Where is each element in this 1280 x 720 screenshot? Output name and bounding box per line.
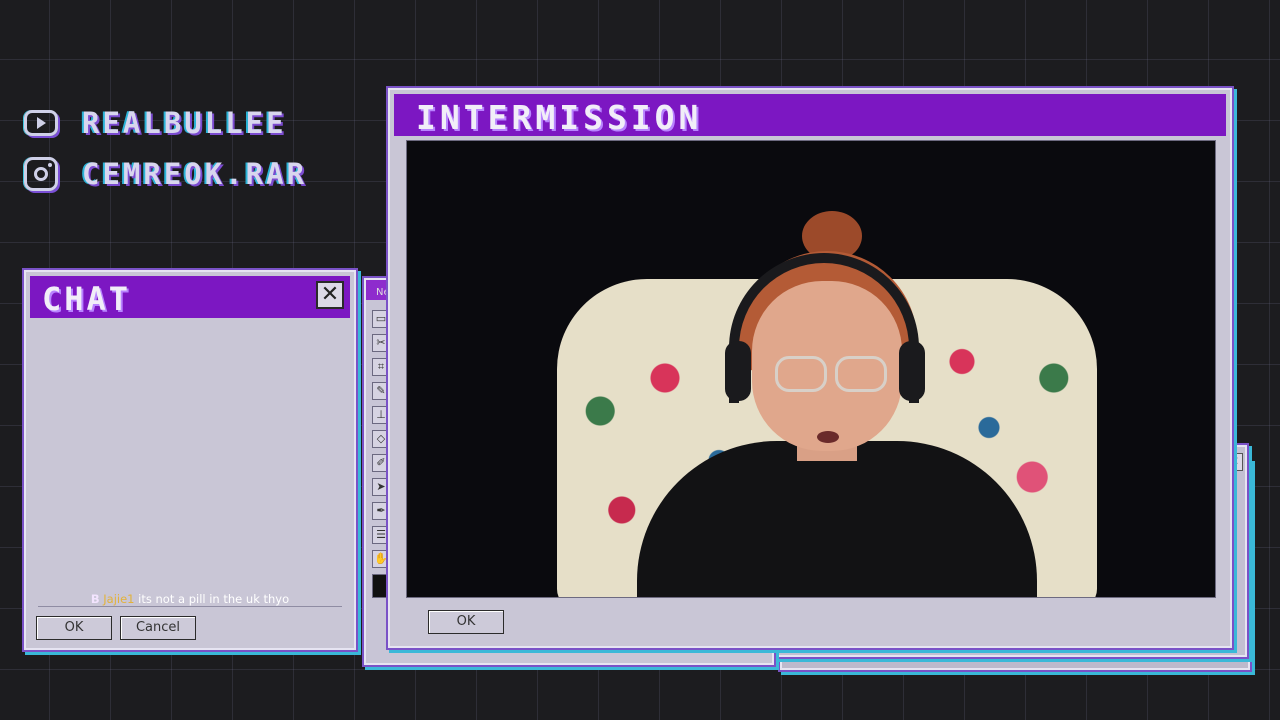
- intermission-ok-button[interactable]: OK: [428, 610, 504, 634]
- chat-ok-button[interactable]: OK: [36, 616, 112, 640]
- chat-cancel-button[interactable]: Cancel: [120, 616, 196, 640]
- chat-message: B Jajie1 its not a pill in the uk thyo: [26, 592, 354, 606]
- person-mouth: [817, 431, 839, 443]
- chat-window: CHAT ✕ B Jajie1 its not a pill in the uk…: [24, 270, 356, 650]
- glasses-left-lens: [775, 356, 827, 392]
- webcam-feed: [406, 140, 1216, 598]
- chat-divider: [38, 606, 342, 607]
- chat-message-text: its not a pill in the uk thyo: [138, 592, 290, 606]
- chat-titlebar: CHAT ✕: [30, 276, 350, 318]
- user-badge: B: [90, 592, 100, 606]
- instagram-handle: CEMREOK.RAR: [82, 157, 308, 191]
- intermission-window: INTERMISSION OK: [388, 88, 1232, 648]
- youtube-handle-row: REALBULLEE: [24, 106, 287, 140]
- instagram-icon: [24, 157, 58, 191]
- chat-close-button[interactable]: ✕: [316, 281, 344, 309]
- chat-username[interactable]: Jajie1: [103, 592, 134, 606]
- youtube-handle: REALBULLEE: [82, 106, 287, 140]
- intermission-title: INTERMISSION: [416, 98, 703, 137]
- instagram-handle-row: CEMREOK.RAR: [24, 157, 307, 191]
- headset-earcup-right: [899, 341, 925, 401]
- headset-earcup-left: [725, 341, 751, 401]
- chat-title: CHAT: [42, 280, 132, 318]
- glasses-right-lens: [835, 356, 887, 392]
- intermission-titlebar: INTERMISSION: [394, 94, 1226, 137]
- youtube-icon: [24, 110, 58, 136]
